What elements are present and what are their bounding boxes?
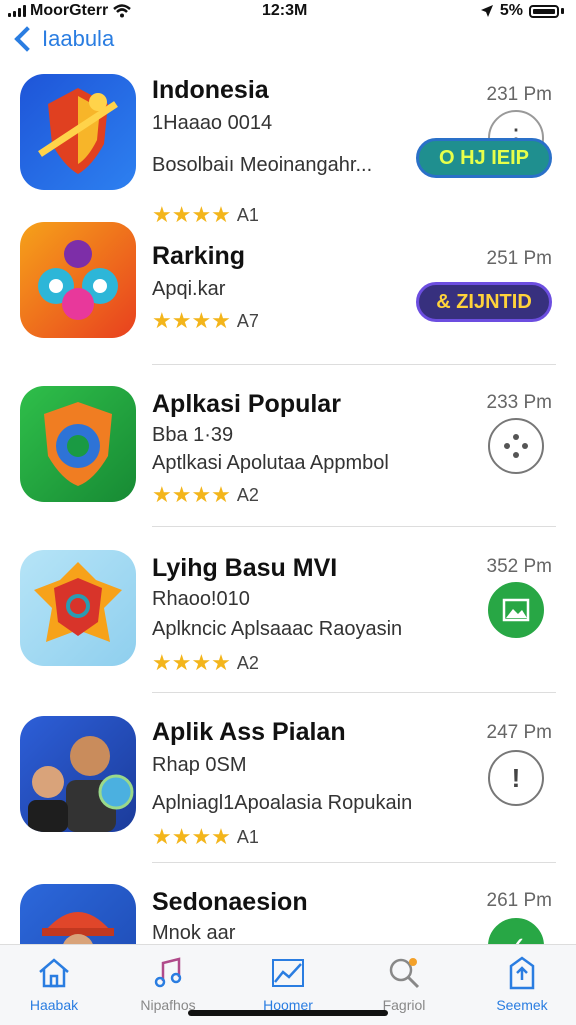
rating-count: A7 <box>236 310 259 331</box>
spinner-icon <box>504 434 528 458</box>
upload-icon <box>504 955 540 991</box>
tab-label: Seemek <box>496 997 548 1013</box>
tab-label: Haabak <box>29 997 79 1013</box>
row-divider <box>152 364 556 365</box>
status-bar: MoorGterr 12:3M 5% <box>0 0 576 24</box>
chart-icon <box>270 955 306 991</box>
app-time: 352 Pm <box>486 556 552 577</box>
row-divider <box>152 692 556 693</box>
app-title: Sedonaesion <box>152 888 308 916</box>
rating: ★★★★ A1 <box>152 824 259 850</box>
battery-percent: 5% <box>499 2 523 19</box>
app-icon-crest <box>20 550 136 666</box>
search-icon <box>386 955 422 991</box>
location-icon <box>480 5 493 17</box>
battery-icon <box>529 4 559 18</box>
music-icon <box>150 955 186 991</box>
app-subtitle: 1Haaao 0014 <box>152 112 273 134</box>
app-description: Aptlkasi Apolutaa Appmbol <box>152 452 389 474</box>
carrier-name: MoorGterr <box>30 2 109 19</box>
app-icon-people <box>20 716 136 832</box>
app-title: Aplkasi Popular <box>152 390 341 418</box>
rating-stars: ★★★★ <box>152 650 231 675</box>
rating-count: A2 <box>236 652 259 673</box>
rating-count: A2 <box>236 484 259 505</box>
home-indicator[interactable] <box>188 1010 388 1016</box>
image-icon <box>502 598 530 622</box>
open-button[interactable] <box>488 582 544 638</box>
app-title: Indonesia <box>152 76 269 104</box>
app-subtitle: Mnok aar <box>152 922 236 944</box>
rating: ★★★★ A2 <box>152 482 259 508</box>
app-description: Aplkncic Aplsaaac Raoyasin <box>152 618 403 640</box>
app-time: 261 Pm <box>486 890 552 911</box>
app-time: 247 Pm <box>486 722 552 743</box>
help-button[interactable]: O HJ IEIP <box>416 138 552 178</box>
app-subtitle: Bba 1·39 <box>152 424 234 446</box>
app-icon-shield <box>20 74 136 190</box>
tab-music[interactable]: Nipafhos <box>120 955 216 1013</box>
app-description: Bosolbaiı Meoinangahr... <box>152 154 373 176</box>
rating: ★★★★ A2 <box>152 650 259 676</box>
tab-label: Fagriol <box>382 997 426 1013</box>
app-description: Aplniagl1Apoalasia Ropukain <box>152 792 413 814</box>
download-progress-button[interactable] <box>488 418 544 474</box>
tab-home[interactable]: Haabak <box>6 955 102 1013</box>
tab-search[interactable]: Fagriol <box>356 955 452 1013</box>
app-subtitle: Apqi.kar <box>152 278 226 300</box>
row-divider <box>152 862 556 863</box>
app-time: 251 Pm <box>486 248 552 269</box>
app-title: Lyihg Basu MVI <box>152 554 338 582</box>
rating-count: A1 <box>236 826 259 847</box>
rating-stars: ★★★★ <box>152 482 231 507</box>
app-subtitle: Rhap 0SM <box>152 754 247 776</box>
home-icon <box>36 955 72 991</box>
status-time: 12:3M <box>262 2 308 19</box>
rating-count: A1 <box>236 204 259 225</box>
tab-label: Nipafhos <box>140 997 196 1013</box>
wifi-icon <box>113 4 132 18</box>
app-title: Rarking <box>152 242 246 270</box>
tab-upload[interactable]: Seemek <box>474 955 570 1013</box>
rating-stars: ★★★★ <box>152 824 231 849</box>
app-time: 233 Pm <box>486 392 552 413</box>
signal-icon <box>8 5 26 17</box>
nav-bar: Iaabula <box>0 26 576 60</box>
chevron-left-icon <box>14 26 40 52</box>
app-icon-badge <box>20 386 136 502</box>
carrier-group: MoorGterr <box>8 2 132 20</box>
app-time: 231 Pm <box>486 84 552 105</box>
launch-button[interactable]: & ZIJNTID <box>416 282 552 322</box>
rating-stars: ★★★★ <box>152 308 231 333</box>
rating: ★★★★ A7 <box>152 308 259 334</box>
rating-stars: ★★★★ <box>152 202 231 227</box>
back-button[interactable]: Iaabula <box>10 26 114 52</box>
row-divider <box>152 526 556 527</box>
app-subtitle: Rhaoo!010 <box>152 588 250 610</box>
alert-button[interactable]: ! <box>488 750 544 806</box>
tab-chart[interactable]: Hoomer <box>240 955 336 1013</box>
status-right: 5% <box>480 2 564 20</box>
battery-cap <box>561 8 564 14</box>
back-label: Iaabula <box>42 26 115 51</box>
rating: ★★★★ A1 <box>152 202 259 228</box>
app-title: Aplik Ass Pialan <box>152 718 346 746</box>
exclamation-icon: ! <box>511 762 521 793</box>
app-icon-circles <box>20 222 136 338</box>
